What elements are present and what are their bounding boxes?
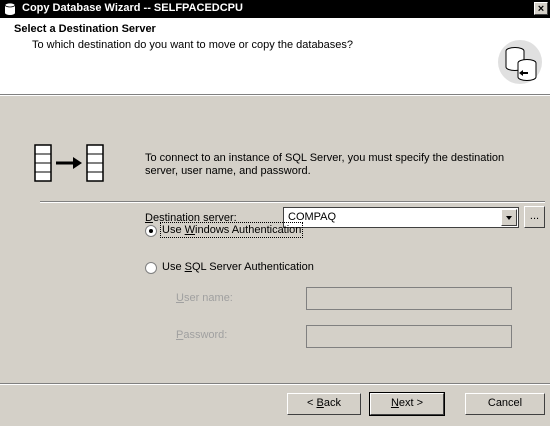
chevron-down-icon[interactable] (501, 209, 517, 226)
destination-server-label: Destination server: (145, 212, 237, 224)
username-label-text: ser name: (183, 292, 233, 304)
copy-database-wizard-window: Copy Database Wizard -- SELFPACEDCPU × S… (0, 0, 550, 426)
instructions-text: To connect to an instance of SQL Server,… (145, 152, 505, 177)
sql-auth-label[interactable]: Use SQL Server Authentication (162, 261, 314, 273)
title-bar[interactable]: Copy Database Wizard -- SELFPACEDCPU × (0, 0, 550, 18)
footer-divider-highlight (0, 384, 550, 385)
window-title: Copy Database Wizard -- SELFPACEDCPU (22, 2, 243, 14)
next-button[interactable]: Next > (369, 392, 445, 416)
page-title: Select a Destination Server (14, 23, 156, 35)
windows-auth-pre: Use (162, 224, 185, 236)
server-to-server-icon (34, 144, 104, 182)
password-label-text: assword: (183, 329, 228, 341)
database-app-icon (4, 2, 16, 15)
sql-auth-radio[interactable] (145, 262, 157, 274)
windows-auth-radio[interactable] (145, 225, 157, 237)
windows-auth-label[interactable]: Use Windows Authentication (159, 222, 304, 238)
sql-auth-post: QL Server Authentication (191, 261, 314, 273)
back-button[interactable]: < Back (287, 393, 361, 415)
header-divider-highlight (0, 95, 550, 96)
close-button[interactable]: × (534, 2, 548, 15)
destination-server-value: COMPAQ (288, 211, 337, 223)
password-label: Password: (176, 329, 227, 341)
destination-hotkey: D (145, 212, 153, 224)
back-hotkey: B (316, 397, 324, 409)
next-hotkey: N (390, 397, 399, 409)
radio-selected-dot (149, 229, 153, 233)
database-server-icon (498, 40, 542, 84)
section-divider-highlight (40, 202, 545, 203)
sql-auth-pre: Use (162, 261, 185, 273)
username-hotkey: U (176, 292, 184, 304)
wizard-header: Select a Destination Server To which des… (0, 18, 550, 94)
destination-label-text: estination server: (152, 212, 237, 224)
password-field[interactable] (306, 325, 512, 348)
back-pre: < (307, 397, 317, 409)
close-icon: × (537, 3, 545, 15)
cancel-button[interactable]: Cancel (465, 393, 545, 415)
windows-auth-post: indows Authentication (195, 224, 302, 236)
page-subtitle: To which destination do you want to move… (32, 39, 354, 51)
destination-server-combobox[interactable]: COMPAQ (283, 207, 519, 228)
sql-auth-hotkey: S (184, 261, 192, 273)
username-label: User name: (176, 292, 233, 304)
windows-auth-hotkey: W (184, 224, 196, 236)
username-field[interactable] (306, 287, 512, 310)
next-post: ext > (398, 397, 424, 409)
browse-servers-button[interactable]: ... (524, 206, 545, 228)
back-post: ack (323, 397, 341, 409)
